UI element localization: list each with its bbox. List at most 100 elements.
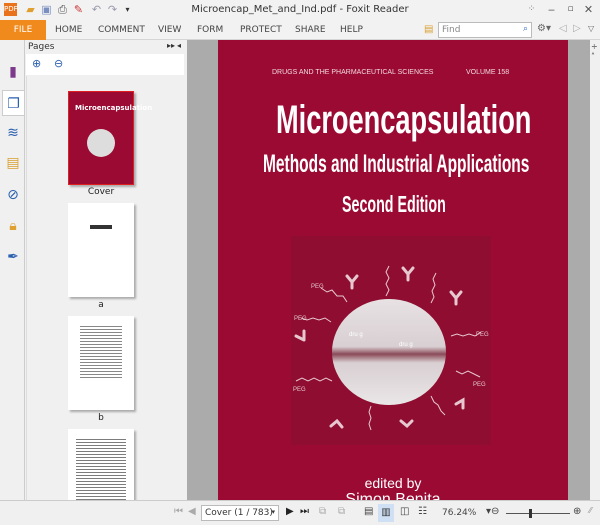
thumb-text [76,437,126,500]
scroll-up-icon[interactable]: ˄ [591,52,595,61]
resize-grip-icon[interactable]: ⁄⁄ [589,506,592,515]
thumb-title: Microencapsulation [75,104,153,112]
tab-home[interactable]: HOME [55,25,82,35]
zoom-slider-handle[interactable] [529,509,532,518]
zoom-slider[interactable] [506,513,570,514]
next-view-button[interactable]: ⧉ [338,506,345,517]
bookmark-icon[interactable]: ▮ [3,62,23,82]
customize-icon[interactable]: ▾ [121,3,134,16]
next-page-button[interactable]: ▶ [286,506,294,517]
thumbnail-page-a[interactable] [68,203,134,297]
panel-title: Pages [28,42,55,52]
layout-icon[interactable]: ⁘ [525,3,538,16]
first-page-button[interactable]: ⏮ [174,506,183,517]
single-page-button[interactable]: ▤ [364,506,373,517]
find-input[interactable]: Find ⌕ [438,22,532,38]
collapse-panel-icon[interactable]: ◂ [177,41,181,50]
tab-help[interactable]: HELP [340,25,363,35]
microsphere-illustration: PEG PEG PEG PEG PEG dru g dru g [293,265,489,431]
close-button[interactable]: ✕ [582,3,595,16]
thumb-text [80,324,122,379]
maximize-button[interactable]: ▫ [564,3,577,16]
enlarge-thumbnail-icon[interactable]: ⊕ [32,57,41,70]
foxit-logo-icon: PDF [4,3,18,16]
chevron-down-icon: ▾ [271,508,275,516]
previous-view-button[interactable]: ⧉ [319,506,326,517]
zoom-out-button[interactable]: ▾⊖ [486,506,499,517]
document-scrollbar[interactable]: ÷ ˄ [590,40,600,500]
thumb-text [90,225,112,229]
tab-protect[interactable]: PROTECT [240,25,282,35]
peg-label: PEG [473,382,486,388]
thumbnail-label: a [98,300,104,310]
continuous-facing-button[interactable]: ☷ [418,506,427,517]
tab-form[interactable]: FORM [197,25,223,35]
attachments-icon[interactable]: ⊘ [3,185,23,205]
thumbnail-page-b[interactable] [68,316,134,410]
tab-view[interactable]: VIEW [158,25,181,35]
settings-icon[interactable]: ⚙▾ [537,23,551,34]
previous-icon[interactable]: ◁ [559,23,567,34]
cover-subtitle: Methods and Industrial Applications [263,150,530,178]
tab-share[interactable]: SHARE [295,25,326,35]
thumbnail-page-c[interactable] [68,429,134,500]
new-icon[interactable]: ✎ [72,3,85,16]
navigation-rail: ▮ ❐ ≋ ▤ ⊘ 🔒︎ ✒ [0,40,25,500]
panel-toolbar: ⊕ ⊖ [26,54,184,75]
peg-label: PEG [476,332,489,338]
thumbnail-list: Microencapsulation Cover a b [26,76,174,500]
split-icon[interactable]: ÷ [591,42,598,51]
next-icon[interactable]: ▷ [573,23,581,34]
previous-page-button[interactable]: ◀ [188,506,196,517]
title-bar: PDF ▰ ▣ ⎙ ✎ ↶ ↷ ▾ Microencap_Met_and_Ind… [0,0,600,20]
shrink-thumbnail-icon[interactable]: ⊖ [54,57,63,70]
signature-icon[interactable]: ✒ [3,247,23,267]
layers-icon[interactable]: ≋ [3,123,23,143]
zoom-in-button[interactable]: ⊕ [573,506,581,517]
tab-comment[interactable]: COMMENT [98,25,145,35]
peg-label: PEG [293,387,306,393]
cover-edition: Second Edition [342,191,446,217]
file-tab[interactable]: FILE [0,20,46,40]
facing-button[interactable]: ◫ [400,506,409,517]
minimize-button[interactable]: ‒ [545,3,558,16]
page-select-value: Cover (1 / 783) [205,508,273,518]
comments-icon[interactable]: ▤ [3,153,23,173]
find-placeholder: Find [442,25,461,35]
zoom-level[interactable]: 76.24% [442,508,476,518]
print-icon[interactable]: ⎙ [56,3,69,16]
peg-label: PEG [294,316,307,322]
microsphere [332,299,446,405]
security-icon[interactable]: 🔒︎ [3,216,23,236]
volume-text: VOLUME 158 [466,69,510,76]
drug-label: dru g [399,342,413,348]
thumbnail-label: Cover [87,187,115,197]
series-text: DRUGS AND THE PHARMACEUTICAL SCIENCES [272,69,434,76]
peg-label: PEG [311,284,324,290]
continuous-page-button[interactable]: ▥ [378,504,394,522]
document-view[interactable]: DRUGS AND THE PHARMACEUTICAL SCIENCES VO… [187,40,590,500]
save-icon[interactable]: ▣ [40,3,53,16]
pdf-page: DRUGS AND THE PHARMACEUTICAL SCIENCES VO… [218,40,568,500]
expand-panel-icon[interactable]: ▸▸ [167,41,175,50]
window-title: Microencap_Met_and_Ind.pdf - Foxit Reade… [191,4,409,15]
editor-name: Simon Benita [345,491,441,500]
edited-by-text: edited by [364,475,422,491]
pages-panel: Pages ▸▸ ◂ ⊕ ⊖ Microencapsulation Cover … [25,40,185,500]
thumbnail-cover[interactable]: Microencapsulation [68,91,152,185]
ribbon-expand-icon[interactable]: ▽ [588,24,594,33]
search-icon[interactable]: ⌕ [523,24,528,34]
undo-icon[interactable]: ↶ [90,3,103,16]
cover-title: Microencapsulation [276,98,532,142]
open-icon[interactable]: ▰ [24,3,37,16]
find-folder-icon[interactable]: ▤ [424,24,433,35]
pages-icon[interactable]: ❐ [2,90,25,116]
status-bar: ⏮ ◀ Cover (1 / 783) ▾ ▶ ⏭ ⧉ ⧉ ▤ ▥ ◫ ☷ 76.… [0,500,600,525]
thumb-sphere [87,129,115,157]
thumbnail-label: b [98,413,104,423]
last-page-button[interactable]: ⏭ [300,506,309,517]
ribbon-tabs: FILE HOME COMMENT VIEW FORM PROTECT SHAR… [0,20,600,40]
redo-icon[interactable]: ↷ [106,3,119,16]
page-select[interactable]: Cover (1 / 783) ▾ [201,505,279,521]
drug-label: dru g [349,332,363,338]
